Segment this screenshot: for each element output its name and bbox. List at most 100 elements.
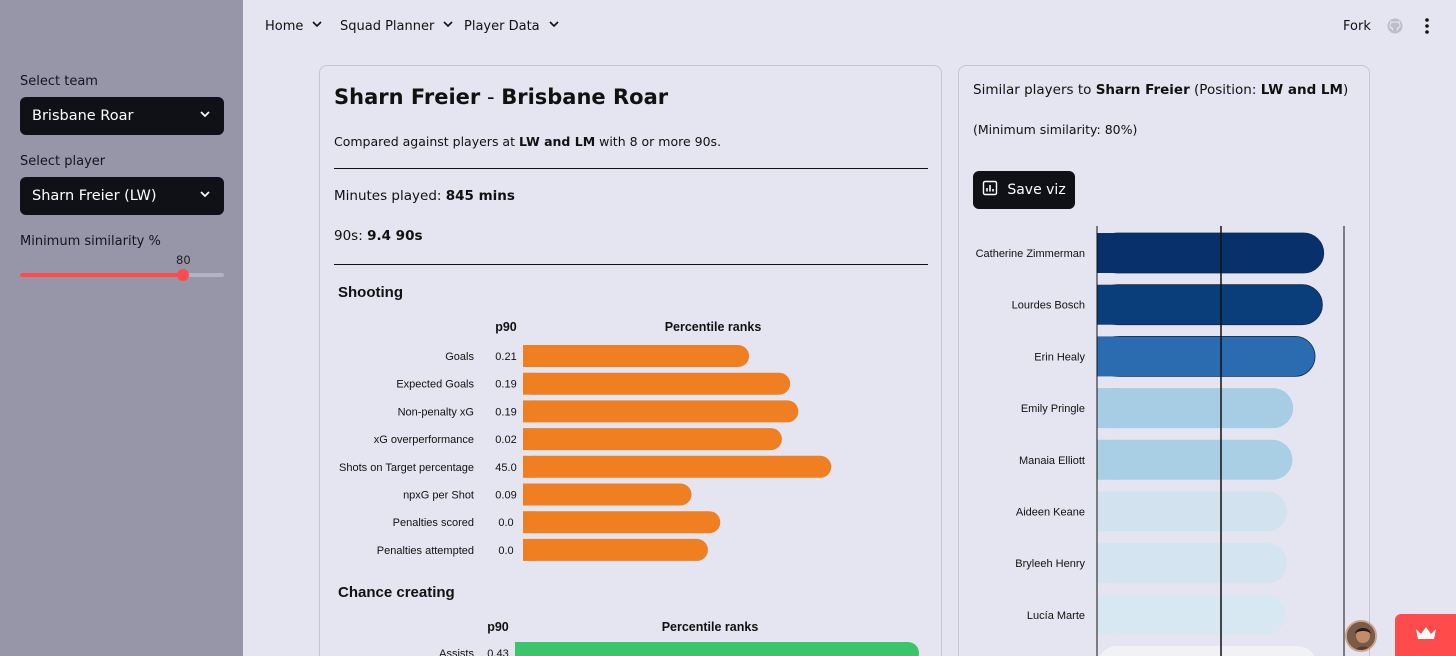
minutes-played: Minutes played: 845 mins xyxy=(334,188,515,204)
similar-position: LW and LM xyxy=(1260,82,1343,98)
similarity-bar-base xyxy=(1097,543,1119,584)
nineties-label: 90s: xyxy=(334,228,368,244)
profile-title-separator: - xyxy=(480,85,502,109)
slider-fill xyxy=(20,273,184,277)
p90-value: 0.0 xyxy=(498,517,513,529)
player-select[interactable]: Sharn Freier (LW) xyxy=(20,177,224,215)
stat-label: Assists xyxy=(439,648,474,656)
percentile-bar-base xyxy=(515,642,527,656)
minimum-similarity-text: (Minimum similarity: 80%) xyxy=(973,122,1138,137)
p90-value: 0.19 xyxy=(495,406,516,418)
chart-title: Shooting xyxy=(338,284,403,301)
select-player-label: Select player xyxy=(20,154,106,169)
shooting-chart: Shooting p90 Percentile ranks Goals 0.21 Expe… xyxy=(338,284,832,561)
similarity-bar-base xyxy=(1097,388,1119,429)
chevron-down-icon xyxy=(198,107,212,125)
stat-label: npxG per Shot xyxy=(403,490,474,502)
percentile-bar xyxy=(523,483,692,506)
nav-player-data[interactable]: Player Data xyxy=(464,18,560,34)
percentile-bar-base xyxy=(523,538,535,561)
stat-label: xG overperformance xyxy=(374,434,474,446)
similar-mid: (Position: xyxy=(1189,82,1261,98)
percentile-column-header: Percentile ranks xyxy=(665,320,762,334)
chevron-down-icon xyxy=(442,18,454,34)
comparison-pre: Compared against players at xyxy=(334,134,519,149)
chance-creating-chart: Chance creating p90 Percentile ranks Assist… xyxy=(338,584,919,656)
slider-thumb[interactable] xyxy=(177,269,190,281)
stat-label: Penalties attempted xyxy=(377,545,474,557)
percentile-bar-base xyxy=(523,345,535,367)
similar-player-label: Manaia Elliott xyxy=(1019,455,1085,467)
profile-title: Sharn Freier - Brisbane Roar xyxy=(334,85,668,109)
percentile-bar xyxy=(523,345,750,367)
user-avatar[interactable] xyxy=(1345,620,1377,652)
similar-player-label: Lourdes Bosch xyxy=(1012,300,1085,312)
similar-player-label: Erin Healy xyxy=(1034,351,1085,363)
similarity-chart: Catherine Zimmerman Lourdes Bosch Erin Hea… xyxy=(976,226,1345,656)
similarity-bar-base xyxy=(1097,336,1119,377)
player-select-value: Sharn Freier (LW) xyxy=(32,188,157,204)
similarity-bar xyxy=(1097,543,1288,584)
percentile-bar-base xyxy=(523,372,535,395)
similar-player-label: Bryleeh Henry xyxy=(1015,558,1085,570)
p90-value: 45.0 xyxy=(495,462,516,474)
stat-label: Shots on Target percentage xyxy=(339,462,474,474)
percentile-bar xyxy=(523,428,782,451)
similar-players-title: Similar players to Sharn Freier (Positio… xyxy=(973,82,1348,98)
divider xyxy=(334,168,928,169)
save-viz-label: Save viz xyxy=(1007,182,1066,198)
top-nav: Home Squad Planner Player Data Fork xyxy=(243,0,1456,54)
team-select-value: Brisbane Roar xyxy=(32,108,134,124)
p90-value: 0.19 xyxy=(495,379,516,391)
p90-value: 0.09 xyxy=(495,490,516,502)
p90-value: 0.02 xyxy=(495,434,516,446)
nav-home[interactable]: Home xyxy=(265,18,323,34)
percentile-bar xyxy=(523,511,721,534)
similarity-bar-base xyxy=(1097,439,1119,480)
similarity-bar xyxy=(1096,336,1316,377)
percentile-bar-base xyxy=(523,483,535,506)
fork-button[interactable]: Fork xyxy=(1343,19,1371,34)
p90-column-header: p90 xyxy=(495,320,517,334)
github-icon[interactable] xyxy=(1387,18,1403,34)
similarity-bar xyxy=(1099,646,1315,656)
streamlit-crown-button[interactable] xyxy=(1395,614,1456,656)
p90-column-header: p90 xyxy=(487,620,509,634)
similarity-slider[interactable] xyxy=(20,269,224,281)
save-viz-button[interactable]: Save viz xyxy=(973,171,1075,209)
similarity-bar xyxy=(1097,594,1286,635)
percentile-bar xyxy=(523,455,832,478)
profile-team-name: Brisbane Roar xyxy=(501,85,669,109)
similar-players-card: Similar players to Sharn Freier (Positio… xyxy=(958,65,1370,656)
similar-player-label: Aideen Keane xyxy=(1016,507,1085,519)
nineties-played: 90s: 9.4 90s xyxy=(334,228,423,244)
p90-value: 0.43 xyxy=(487,648,508,656)
comparison-post: with 8 or more 90s. xyxy=(595,134,722,149)
similarity-bar xyxy=(1097,439,1293,480)
comparison-positions: LW and LM xyxy=(518,134,596,149)
similarity-bar-base xyxy=(1097,233,1119,273)
similarity-value: 80 xyxy=(176,253,191,267)
nav-player-data-label: Player Data xyxy=(464,18,540,34)
similarity-bar-base xyxy=(1097,284,1119,325)
similarity-bar xyxy=(1096,284,1323,326)
minutes-value: 845 mins xyxy=(445,188,515,204)
nav-squad-planner[interactable]: Squad Planner xyxy=(340,18,454,34)
similar-player-label: Catherine Zimmerman xyxy=(976,248,1085,260)
player-profile-card: Sharn Freier - Brisbane Roar Compared ag… xyxy=(319,65,942,656)
stat-label: Goals xyxy=(445,351,474,363)
team-select[interactable]: Brisbane Roar xyxy=(20,97,224,135)
chevron-down-icon xyxy=(548,18,560,34)
percentile-bar xyxy=(523,372,791,395)
minutes-label: Minutes played: xyxy=(334,188,446,204)
nav-home-label: Home xyxy=(265,18,304,34)
p90-value: 0.21 xyxy=(495,351,516,363)
percentile-bar xyxy=(523,538,708,561)
chevron-down-icon xyxy=(198,187,212,205)
percentile-column-header: Percentile ranks xyxy=(662,620,759,634)
nineties-value: 9.4 90s xyxy=(367,228,423,244)
more-vertical-icon[interactable] xyxy=(1419,17,1435,35)
similar-post: ) xyxy=(1342,82,1349,98)
percentile-bar xyxy=(515,642,919,656)
similar-player-label: Emily Pringle xyxy=(1021,403,1085,415)
